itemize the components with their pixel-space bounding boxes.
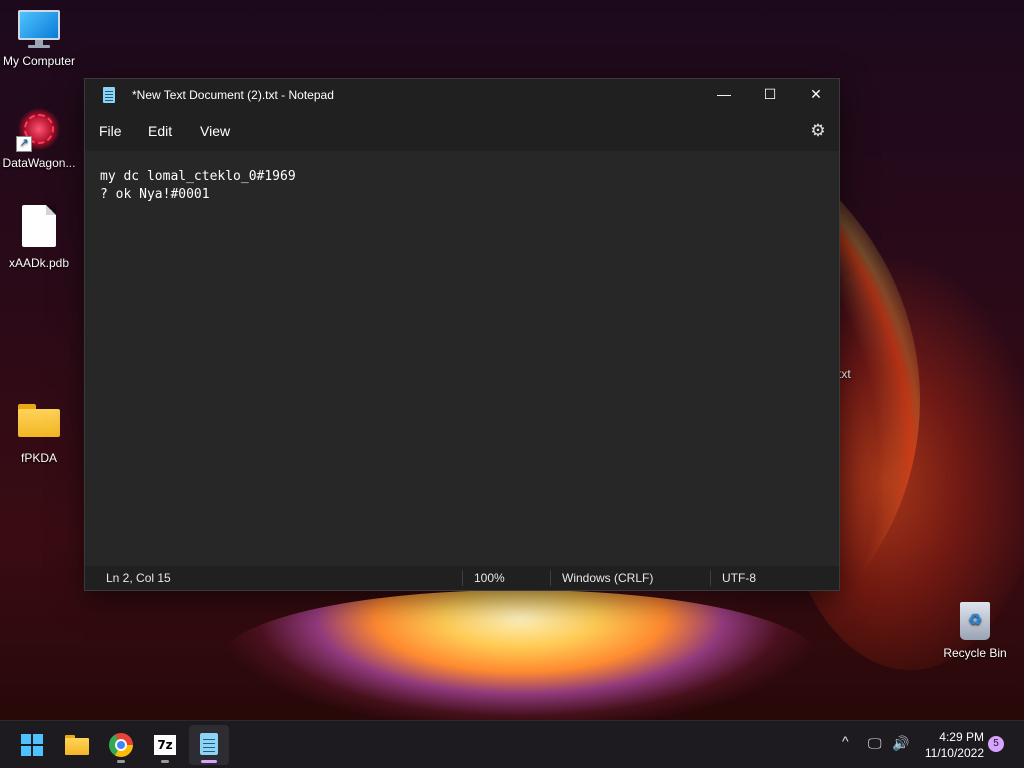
folder-icon <box>18 404 60 438</box>
7zip-icon: 7z <box>154 735 176 755</box>
running-indicator <box>117 760 125 763</box>
desktop-icon-label: fPKDA <box>20 451 57 465</box>
status-divider <box>462 570 463 586</box>
running-indicator-active <box>201 760 217 763</box>
windows-start-icon <box>21 734 43 756</box>
menu-file[interactable]: File <box>99 123 122 139</box>
desktop-icon-label: DataWagon... <box>2 156 76 170</box>
show-hidden-icons-chevron-icon[interactable]: ^ <box>842 733 849 749</box>
maximize-button[interactable]: ☐ <box>747 79 793 111</box>
clock-time: 4:29 PM <box>939 730 984 744</box>
clock[interactable]: 4:29 PM 11/10/2022 <box>914 729 984 761</box>
datawagon-shortcut-icon: ↗ <box>16 106 62 152</box>
desktop-icon-label: My Computer <box>2 54 76 68</box>
taskbar: 7z ^ 🖵 🔊 4:29 PM 11/10/2022 5 <box>0 720 1024 768</box>
settings-gear-icon[interactable]: ⚙ <box>807 120 829 142</box>
status-divider <box>550 570 551 586</box>
desktop-icon-xaadk-pdb[interactable]: xAADk.pdb <box>0 205 79 270</box>
menu-bar: File Edit View ⚙ <box>85 111 839 151</box>
desktop-icon-datawagon[interactable]: ↗ DataWagon... <box>0 106 79 170</box>
recycle-bin-icon: ♻ <box>957 598 993 642</box>
taskbar-file-explorer[interactable] <box>57 725 97 765</box>
file-icon <box>22 205 56 247</box>
network-icon[interactable]: 🖵 <box>868 735 882 752</box>
cursor-position: Ln 2, Col 15 <box>106 571 171 585</box>
file-explorer-icon <box>65 735 89 755</box>
shortcut-arrow-icon: ↗ <box>16 136 32 152</box>
zoom-level: 100% <box>474 571 505 585</box>
menu-edit[interactable]: Edit <box>148 123 172 139</box>
encoding: UTF-8 <box>722 571 756 585</box>
notepad-window: *New Text Document (2).txt - Notepad — ☐… <box>84 78 840 591</box>
text-editor-area[interactable]: my dc lomal_cteklo_0#1969 ? ok Nya!#0001 <box>85 151 839 566</box>
wallpaper-glow-bottom <box>220 590 820 720</box>
desktop-icon-label: xAADk.pdb <box>8 256 70 270</box>
chrome-icon <box>109 733 133 757</box>
line-ending: Windows (CRLF) <box>562 571 654 585</box>
desktop-icon-label: Recycle Bin <box>943 646 1007 660</box>
start-button[interactable] <box>12 725 52 765</box>
minimize-button[interactable]: — <box>701 79 747 111</box>
clock-date: 11/10/2022 <box>924 746 984 760</box>
computer-icon <box>18 10 60 50</box>
window-title: *New Text Document (2).txt - Notepad <box>132 88 334 102</box>
editor-line-2: ? ok Nya!#0001 <box>100 187 210 202</box>
taskbar-notepad[interactable] <box>189 725 229 765</box>
desktop-icon-my-computer[interactable]: My Computer <box>0 10 79 68</box>
desktop-icon-recycle-bin[interactable]: ♻ Recycle Bin <box>935 598 1015 660</box>
notepad-icon <box>103 87 115 103</box>
status-bar: Ln 2, Col 15 100% Windows (CRLF) UTF-8 <box>85 566 839 590</box>
notepad-icon <box>200 733 218 755</box>
desktop-icon-fpkda[interactable]: fPKDA <box>0 404 79 465</box>
menu-view[interactable]: View <box>200 123 230 139</box>
taskbar-chrome[interactable] <box>101 725 141 765</box>
close-button[interactable]: ✕ <box>793 79 839 111</box>
volume-icon[interactable]: 🔊 <box>892 735 909 752</box>
status-divider <box>710 570 711 586</box>
running-indicator <box>161 760 169 763</box>
editor-line-1: my dc lomal_cteklo_0#1969 <box>100 169 296 184</box>
taskbar-7zip[interactable]: 7z <box>145 725 185 765</box>
notification-badge[interactable]: 5 <box>988 736 1004 752</box>
title-bar[interactable]: *New Text Document (2).txt - Notepad — ☐… <box>85 79 839 111</box>
